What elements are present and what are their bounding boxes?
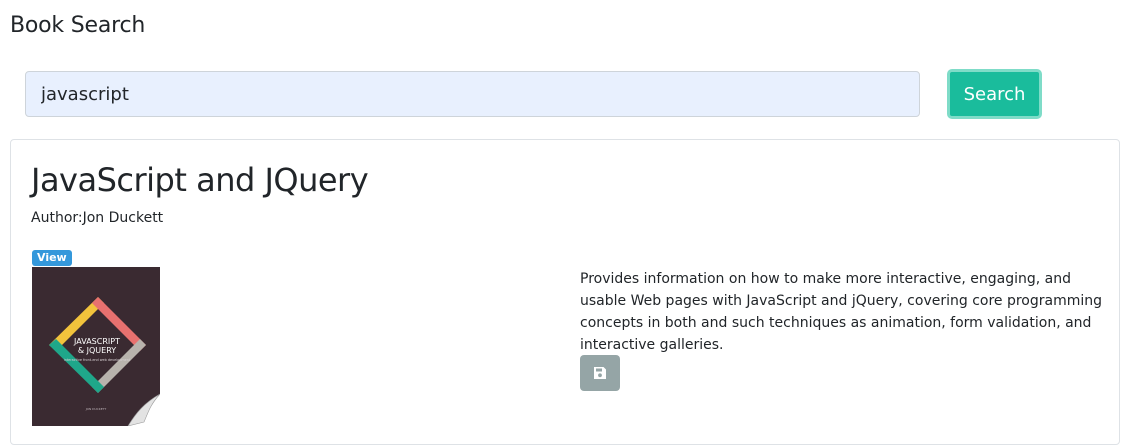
cover-title-line1: JAVASCRIPT	[73, 337, 120, 346]
book-title: JavaScript and JQuery	[31, 161, 369, 199]
cover-title-line2: & JQUERY	[78, 346, 116, 355]
search-input[interactable]	[25, 71, 920, 117]
book-author: Author:Jon Duckett	[31, 210, 164, 226]
cover-author: JON DUCKETT	[85, 407, 107, 411]
book-cover-image: JAVASCRIPT & JQUERY interactive front-en…	[32, 267, 160, 426]
page-heading: Book Search	[10, 13, 146, 38]
search-button[interactable]: Search	[947, 69, 1042, 119]
result-card: JavaScript and JQuery Author:Jon Duckett…	[10, 139, 1120, 445]
cover-subtitle: interactive front-end web development	[64, 358, 131, 362]
save-button[interactable]	[580, 355, 620, 391]
view-badge[interactable]: View	[32, 250, 72, 266]
floppy-disk-icon	[594, 367, 606, 379]
book-description: Provides information on how to make more…	[580, 271, 1103, 353]
